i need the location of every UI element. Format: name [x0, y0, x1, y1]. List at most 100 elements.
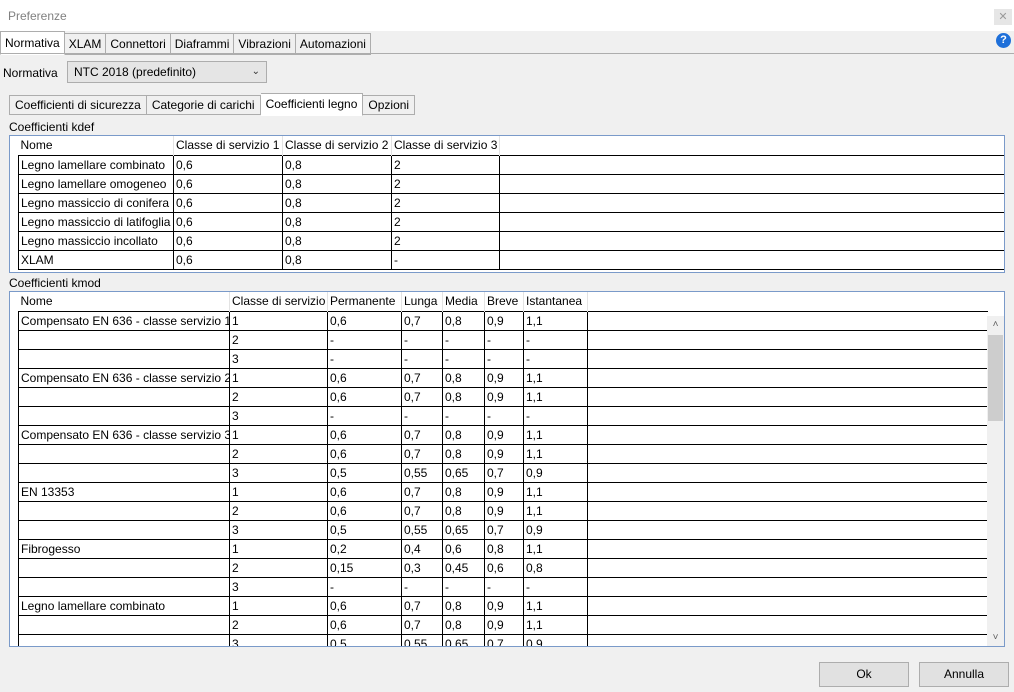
table-cell[interactable]: [18, 349, 230, 369]
table-cell[interactable]: 0,65: [442, 520, 485, 540]
table-cell[interactable]: Legno massiccio incollato: [18, 231, 174, 251]
table-cell[interactable]: 1: [229, 425, 328, 445]
table-cell[interactable]: 0,6: [327, 310, 402, 331]
table-cell[interactable]: 2: [391, 174, 500, 194]
table-cell[interactable]: Compensato EN 636 - classe servizio 2: [18, 368, 230, 388]
column-header[interactable]: Nome: [18, 292, 230, 311]
table-cell[interactable]: 0,9: [484, 425, 524, 445]
table-cell[interactable]: 0,8: [282, 193, 392, 213]
table-cell[interactable]: 0,55: [401, 463, 443, 483]
tab-automazioni[interactable]: Automazioni: [295, 33, 371, 55]
table-row[interactable]: EN 13353 1 0,6 0,7 0,8 0,9 1,1: [18, 482, 988, 502]
tab-diaframmi[interactable]: Diaframmi: [170, 33, 235, 55]
table-cell[interactable]: [18, 406, 230, 426]
table-cell[interactable]: 0,8: [442, 615, 485, 635]
table-cell[interactable]: -: [442, 330, 485, 350]
table-cell[interactable]: 0,9: [484, 482, 524, 502]
table-cell[interactable]: 0,5: [327, 634, 402, 646]
table-cell[interactable]: 2: [391, 231, 500, 251]
table-cell[interactable]: 0,7: [401, 444, 443, 464]
table-cell[interactable]: 0,6: [173, 154, 283, 175]
table-cell[interactable]: 1: [229, 596, 328, 616]
subtab-coefficienti-legno[interactable]: Coefficienti legno: [260, 93, 364, 116]
table-cell[interactable]: 2: [391, 193, 500, 213]
table-cell[interactable]: [18, 615, 230, 635]
table-cell[interactable]: -: [484, 406, 524, 426]
table-cell[interactable]: 0,9: [484, 387, 524, 407]
table-cell[interactable]: 0,6: [327, 615, 402, 635]
table-cell[interactable]: 1,1: [523, 539, 588, 559]
table-cell[interactable]: 1,1: [523, 387, 588, 407]
table-cell[interactable]: 2: [229, 615, 328, 635]
table-cell[interactable]: 0,8: [523, 558, 588, 578]
table-cell[interactable]: 0,8: [282, 174, 392, 194]
table-row[interactable]: 3 0,5 0,55 0,65 0,7 0,9: [18, 634, 988, 646]
table-cell[interactable]: [18, 577, 230, 597]
column-header[interactable]: Classe di servizio 1: [173, 136, 283, 155]
table-row[interactable]: Legno lamellare omogeneo 0,6 0,8 2: [18, 174, 1004, 194]
table-row[interactable]: Legno massiccio incollato 0,6 0,8 2: [18, 231, 1004, 251]
table-cell[interactable]: -: [401, 349, 443, 369]
table-row[interactable]: Compensato EN 636 - classe servizio 1 1 0,…: [18, 310, 988, 331]
normativa-select[interactable]: NTC 2018 (predefinito) ⌄: [67, 61, 267, 83]
column-header[interactable]: Breve: [484, 292, 524, 311]
scroll-thumb[interactable]: [988, 335, 1003, 421]
subtab-categorie-carichi[interactable]: Categorie di carichi: [146, 95, 261, 115]
table-cell[interactable]: 0,3: [401, 558, 443, 578]
table-cell[interactable]: -: [442, 406, 485, 426]
table-cell[interactable]: 0,8: [442, 444, 485, 464]
close-icon[interactable]: ✕: [994, 9, 1012, 25]
table-cell[interactable]: 0,9: [484, 310, 524, 331]
table-cell[interactable]: XLAM: [18, 250, 174, 270]
table-cell[interactable]: 0,15: [327, 558, 402, 578]
column-header[interactable]: Media: [442, 292, 485, 311]
table-cell[interactable]: 0,8: [442, 596, 485, 616]
table-cell[interactable]: 2: [229, 501, 328, 521]
table-cell[interactable]: Fibrogesso: [18, 539, 230, 559]
table-row[interactable]: Compensato EN 636 - classe servizio 2 1 0,…: [18, 368, 988, 388]
table-cell[interactable]: -: [391, 250, 500, 270]
table-cell[interactable]: 0,8: [282, 250, 392, 270]
table-cell[interactable]: 0,7: [401, 425, 443, 445]
table-cell[interactable]: 2: [229, 558, 328, 578]
table-cell[interactable]: 1,1: [523, 501, 588, 521]
table-cell[interactable]: 0,6: [327, 444, 402, 464]
table-cell[interactable]: 0,8: [484, 539, 524, 559]
table-row[interactable]: Legno lamellare combinato 1 0,6 0,7 0,8 0,9 1,…: [18, 596, 988, 616]
table-cell[interactable]: 0,6: [173, 193, 283, 213]
table-cell[interactable]: 0,9: [484, 368, 524, 388]
table-cell[interactable]: -: [442, 349, 485, 369]
table-cell[interactable]: 0,8: [442, 310, 485, 331]
table-cell[interactable]: 1,1: [523, 596, 588, 616]
table-cell[interactable]: 2: [229, 387, 328, 407]
table-row[interactable]: 2 0,15 0,3 0,45 0,6 0,8: [18, 558, 988, 578]
table-cell[interactable]: 0,9: [523, 463, 588, 483]
table-row[interactable]: Legno massiccio di latifoglia 0,6 0,8 2: [18, 212, 1004, 232]
column-header[interactable]: Istantanea: [523, 292, 588, 311]
table-cell[interactable]: 0,6: [327, 387, 402, 407]
table-cell[interactable]: -: [401, 577, 443, 597]
table-cell[interactable]: 0,7: [484, 463, 524, 483]
table-cell[interactable]: 2: [391, 154, 500, 175]
table-cell[interactable]: [18, 444, 230, 464]
table-cell[interactable]: 0,55: [401, 634, 443, 646]
table-cell[interactable]: 0,55: [401, 520, 443, 540]
table-cell[interactable]: 1,1: [523, 425, 588, 445]
table-row[interactable]: 3-----: [18, 406, 988, 426]
column-header[interactable]: Lunga: [401, 292, 443, 311]
table-cell[interactable]: 1,1: [523, 615, 588, 635]
table-cell[interactable]: -: [327, 406, 402, 426]
table-cell[interactable]: 0,6: [173, 174, 283, 194]
table-cell[interactable]: 0,65: [442, 634, 485, 646]
table-cell[interactable]: 0,9: [484, 444, 524, 464]
table-cell[interactable]: 0,6: [327, 596, 402, 616]
table-cell[interactable]: 0,8: [282, 231, 392, 251]
table-cell[interactable]: [18, 634, 230, 646]
table-cell[interactable]: 0,7: [401, 615, 443, 635]
subtab-coefficienti-sicurezza[interactable]: Coefficienti di sicurezza: [9, 95, 147, 115]
table-cell[interactable]: 1: [229, 310, 328, 331]
table-cell[interactable]: 0,9: [484, 501, 524, 521]
tab-vibrazioni[interactable]: Vibrazioni: [234, 33, 296, 55]
tab-connettori[interactable]: Connettori: [106, 33, 171, 55]
table-cell[interactable]: 1: [229, 482, 328, 502]
